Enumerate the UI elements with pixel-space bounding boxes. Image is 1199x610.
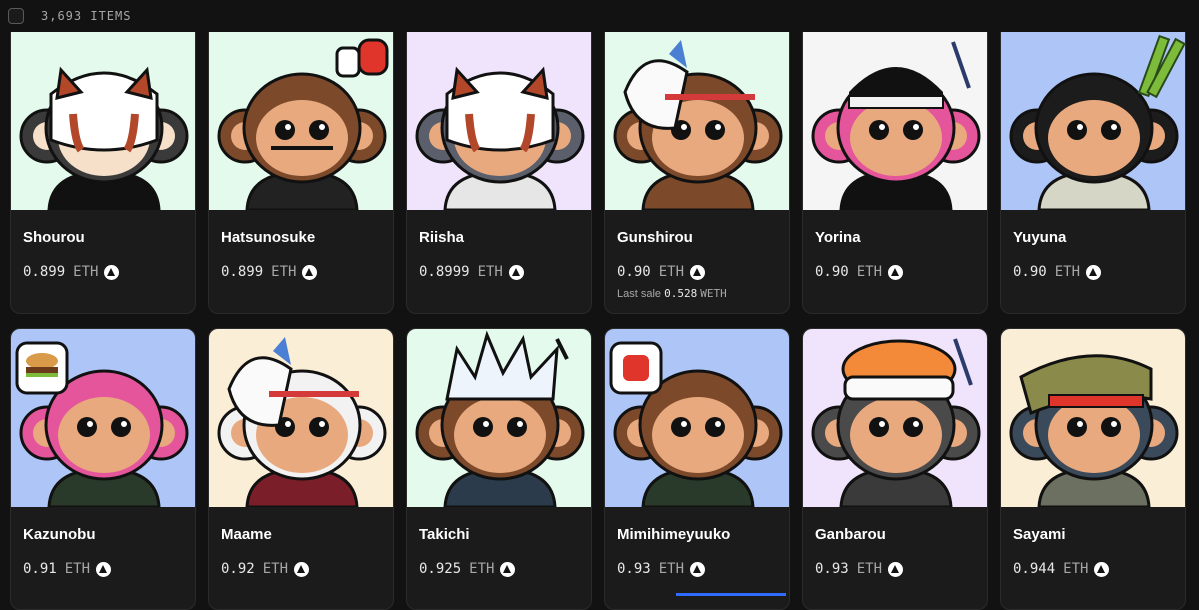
price-value: 0.90 [815, 264, 849, 280]
nft-price: 0.93 ETH [617, 561, 706, 577]
nft-card[interactable]: Riisha 0.8999 ETH [406, 32, 592, 314]
price-currency: ETH [856, 264, 883, 280]
nft-image[interactable] [605, 329, 789, 507]
nft-card[interactable]: Mimihimeyuuko 0.93 ETH [604, 328, 790, 610]
nft-card[interactable]: Ganbarou 0.93 ETH [802, 328, 988, 610]
opensea-icon [302, 264, 318, 280]
price-value: 0.92 [221, 561, 255, 577]
price-currency: ETH [271, 264, 297, 280]
price-value: 0.93 [815, 561, 849, 577]
last-sale-currency: WETH [700, 287, 727, 300]
last-sale-value: 0.528 [664, 287, 698, 300]
price-currency: ETH [469, 561, 495, 577]
nft-image[interactable] [11, 32, 195, 210]
price-value: 0.90 [617, 264, 651, 280]
opensea-icon [690, 264, 706, 280]
nft-price: 0.899 ETH [221, 264, 318, 280]
nft-name[interactable]: Ganbarou [815, 526, 886, 543]
opensea-icon [690, 561, 706, 577]
price-value: 0.899 [23, 264, 66, 280]
nft-price: 0.899 ETH [23, 264, 120, 280]
price-value: 0.90 [1013, 264, 1047, 280]
nft-price: 0.8999 ETH [419, 264, 524, 280]
nft-image[interactable] [803, 329, 987, 507]
last-sale: Last sale 0.528 WETH [617, 287, 727, 300]
opensea-icon [500, 561, 516, 577]
nft-image[interactable] [803, 32, 987, 210]
nft-name[interactable]: Kazunobu [23, 526, 96, 543]
nft-price: 0.90 ETH [1013, 264, 1102, 280]
nft-card[interactable]: Takichi 0.925 ETH [406, 328, 592, 610]
price-currency: ETH [477, 264, 503, 280]
nft-card[interactable]: Gunshirou 0.90 ETH Last sale 0.528 WETH [604, 32, 790, 314]
nft-card[interactable]: Shourou 0.899 ETH [10, 32, 196, 314]
nft-card[interactable]: Sayami 0.944 ETH [1000, 328, 1186, 610]
price-currency: ETH [262, 561, 289, 577]
nft-name[interactable]: Takichi [419, 526, 470, 543]
nft-image[interactable] [11, 329, 195, 507]
price-value: 0.944 [1013, 561, 1056, 577]
opensea-icon [96, 561, 112, 577]
opensea-icon [1086, 264, 1102, 280]
nft-image[interactable] [407, 329, 591, 507]
nft-card[interactable]: Maame 0.92 ETH [208, 328, 394, 610]
nft-name[interactable]: Sayami [1013, 526, 1066, 543]
nft-image[interactable] [209, 32, 393, 210]
item-count: 3,693 ITEMS [41, 9, 132, 23]
price-currency: ETH [658, 561, 685, 577]
nft-image[interactable] [407, 32, 591, 210]
nft-price: 0.92 ETH [221, 561, 310, 577]
nft-card[interactable]: Yorina 0.90 ETH [802, 32, 988, 314]
nft-card[interactable]: Hatsunosuke 0.899 ETH [208, 32, 394, 314]
opensea-icon [888, 561, 904, 577]
price-currency: ETH [658, 264, 685, 280]
opensea-icon [888, 264, 904, 280]
nft-name[interactable]: Hatsunosuke [221, 229, 315, 246]
opensea-icon [104, 264, 120, 280]
price-currency: ETH [64, 561, 91, 577]
nft-price: 0.91 ETH [23, 561, 112, 577]
toolbar: 3,693 ITEMS [0, 0, 1199, 32]
nft-name[interactable]: Maame [221, 526, 272, 543]
nft-name[interactable]: Gunshirou [617, 229, 693, 246]
nft-name[interactable]: Riisha [419, 229, 464, 246]
price-value: 0.925 [419, 561, 462, 577]
nft-image[interactable] [1001, 329, 1185, 507]
select-all-checkbox[interactable] [8, 8, 24, 24]
nft-price: 0.944 ETH [1013, 561, 1110, 577]
price-value: 0.8999 [419, 264, 470, 280]
opensea-icon [508, 264, 524, 280]
nft-image[interactable] [605, 32, 789, 210]
price-value: 0.91 [23, 561, 57, 577]
nft-image[interactable] [1001, 32, 1185, 210]
nft-grid: Shourou 0.899 ETH Hatsunosuke 0.899 ETH [10, 32, 1186, 610]
nft-name[interactable]: Yorina [815, 229, 861, 246]
price-currency: ETH [1054, 264, 1081, 280]
nft-name[interactable]: Yuyuna [1013, 229, 1066, 246]
nft-image[interactable] [209, 329, 393, 507]
nft-price: 0.93 ETH [815, 561, 904, 577]
nft-name[interactable]: Shourou [23, 229, 85, 246]
last-sale-label: Last sale [617, 288, 662, 300]
price-value: 0.93 [617, 561, 651, 577]
price-value: 0.899 [221, 264, 264, 280]
nft-card[interactable]: Kazunobu 0.91 ETH [10, 328, 196, 610]
price-currency: ETH [1063, 561, 1089, 577]
opensea-icon [1094, 561, 1110, 577]
nft-card[interactable]: Yuyuna 0.90 ETH [1000, 32, 1186, 314]
nft-price: 0.90 ETH [815, 264, 904, 280]
nft-name[interactable]: Mimihimeyuuko [617, 526, 730, 543]
nft-price: 0.925 ETH [419, 561, 516, 577]
price-currency: ETH [73, 264, 99, 280]
price-currency: ETH [856, 561, 883, 577]
nft-price: 0.90 ETH [617, 264, 706, 280]
opensea-icon [294, 561, 310, 577]
